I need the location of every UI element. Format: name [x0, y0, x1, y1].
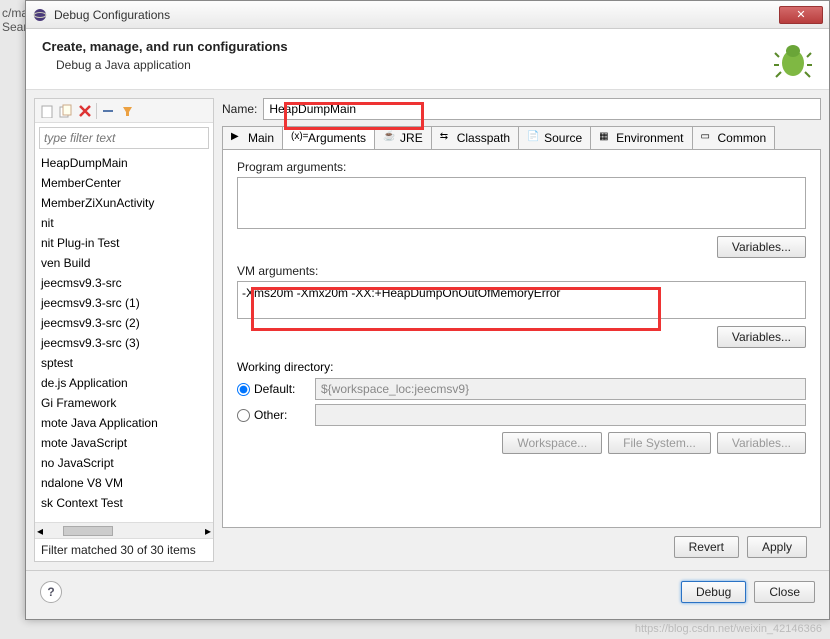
list-item[interactable]: sptest	[35, 353, 213, 373]
close-icon[interactable]: ✕	[779, 6, 823, 24]
watermark: https://blog.csdn.net/weixin_42146366	[635, 623, 822, 635]
workspace-button[interactable]: Workspace...	[502, 432, 602, 454]
list-item[interactable]: nit	[35, 213, 213, 233]
wd-other-radio[interactable]	[237, 409, 250, 422]
bug-icon	[773, 39, 813, 79]
tab-environment[interactable]: ▦Environment	[590, 126, 692, 149]
list-item[interactable]: ndalone V8 VM	[35, 473, 213, 493]
header-title: Create, manage, and run configurations	[42, 39, 773, 54]
wd-other-field[interactable]	[315, 404, 806, 426]
window-title: Debug Configurations	[54, 8, 779, 22]
vm-args-textarea[interactable]: -Xms20m -Xmx20m -XX:+HeapDumpOnOutOfMemo…	[237, 281, 806, 319]
titlebar[interactable]: Debug Configurations ✕	[26, 1, 829, 29]
jre-tab-icon: ☕	[383, 131, 397, 145]
list-item[interactable]: sk Context Test	[35, 493, 213, 513]
list-item[interactable]: jeecmsv9.3-src	[35, 273, 213, 293]
list-item[interactable]: no JavaScript	[35, 453, 213, 473]
wd-variables-button[interactable]: Variables...	[717, 432, 806, 454]
dialog-window: Debug Configurations ✕ Create, manage, a…	[25, 0, 830, 620]
config-toolbar	[35, 99, 213, 123]
program-args-textarea[interactable]	[237, 177, 806, 229]
name-label: Name:	[222, 102, 257, 116]
horizontal-scrollbar[interactable]: ◂▸	[35, 522, 213, 538]
apply-button[interactable]: Apply	[747, 536, 807, 558]
list-item[interactable]: MemberZiXunActivity	[35, 193, 213, 213]
revert-button[interactable]: Revert	[674, 536, 739, 558]
header-subtitle: Debug a Java application	[56, 58, 773, 72]
list-item[interactable]: jeecmsv9.3-src (2)	[35, 313, 213, 333]
eclipse-icon	[32, 7, 48, 23]
dialog-header: Create, manage, and run configurations D…	[26, 29, 829, 90]
list-item[interactable]: MemberCenter	[35, 173, 213, 193]
common-tab-icon: ▭	[701, 131, 715, 145]
tab-classpath[interactable]: ⇆Classpath	[431, 126, 519, 149]
source-tab-icon: 📄	[527, 131, 541, 145]
list-item[interactable]: ven Build	[35, 253, 213, 273]
environment-tab-icon: ▦	[599, 131, 613, 145]
list-item[interactable]: mote Java Application	[35, 413, 213, 433]
list-item[interactable]: mote JavaScript	[35, 433, 213, 453]
filter-status: Filter matched 30 of 30 items	[35, 538, 213, 561]
vm-args-label: VM arguments:	[237, 264, 806, 278]
tab-common[interactable]: ▭Common	[692, 126, 776, 149]
wd-default-field	[315, 378, 806, 400]
help-icon[interactable]: ?	[40, 581, 62, 603]
list-item[interactable]: HeapDumpMain	[35, 153, 213, 173]
tabs: ▶Main(x)=Arguments☕JRE⇆Classpath📄Source▦…	[222, 126, 821, 150]
classpath-tab-icon: ⇆	[440, 131, 454, 145]
tab-jre[interactable]: ☕JRE	[374, 126, 432, 149]
close-button[interactable]: Close	[754, 581, 815, 603]
collapse-icon[interactable]	[100, 103, 116, 119]
program-vars-button[interactable]: Variables...	[717, 236, 806, 258]
list-item[interactable]: nit Plug-in Test	[35, 233, 213, 253]
tab-arguments-panel: Program arguments: Variables... VM argum…	[222, 150, 821, 528]
list-item[interactable]: de.js Application	[35, 373, 213, 393]
delete-icon[interactable]	[77, 103, 93, 119]
working-dir-label: Working directory:	[237, 360, 333, 374]
program-args-label: Program arguments:	[237, 160, 806, 174]
duplicate-icon[interactable]	[58, 103, 74, 119]
filter-dropdown-icon[interactable]	[119, 103, 135, 119]
dialog-footer: ? Debug Close	[26, 570, 829, 613]
left-panel: HeapDumpMainMemberCenterMemberZiXunActiv…	[34, 98, 214, 562]
filesystem-button[interactable]: File System...	[608, 432, 711, 454]
new-config-icon[interactable]	[39, 103, 55, 119]
vm-vars-button[interactable]: Variables...	[717, 326, 806, 348]
wd-default-radio[interactable]	[237, 383, 250, 396]
tab-source[interactable]: 📄Source	[518, 126, 591, 149]
debug-button[interactable]: Debug	[681, 581, 746, 603]
arguments-tab-icon: (x)=	[291, 131, 305, 145]
main-tab-icon: ▶	[231, 131, 245, 145]
list-item[interactable]: Gi Framework	[35, 393, 213, 413]
tab-main[interactable]: ▶Main	[222, 126, 283, 149]
filter-input[interactable]	[39, 127, 209, 149]
config-list[interactable]: HeapDumpMainMemberCenterMemberZiXunActiv…	[35, 153, 213, 522]
name-input[interactable]	[263, 98, 821, 120]
tab-arguments[interactable]: (x)=Arguments	[282, 126, 375, 149]
list-item[interactable]: jeecmsv9.3-src (1)	[35, 293, 213, 313]
right-panel: Name: ▶Main(x)=Arguments☕JRE⇆Classpath📄S…	[222, 98, 821, 562]
list-item[interactable]: jeecmsv9.3-src (3)	[35, 333, 213, 353]
